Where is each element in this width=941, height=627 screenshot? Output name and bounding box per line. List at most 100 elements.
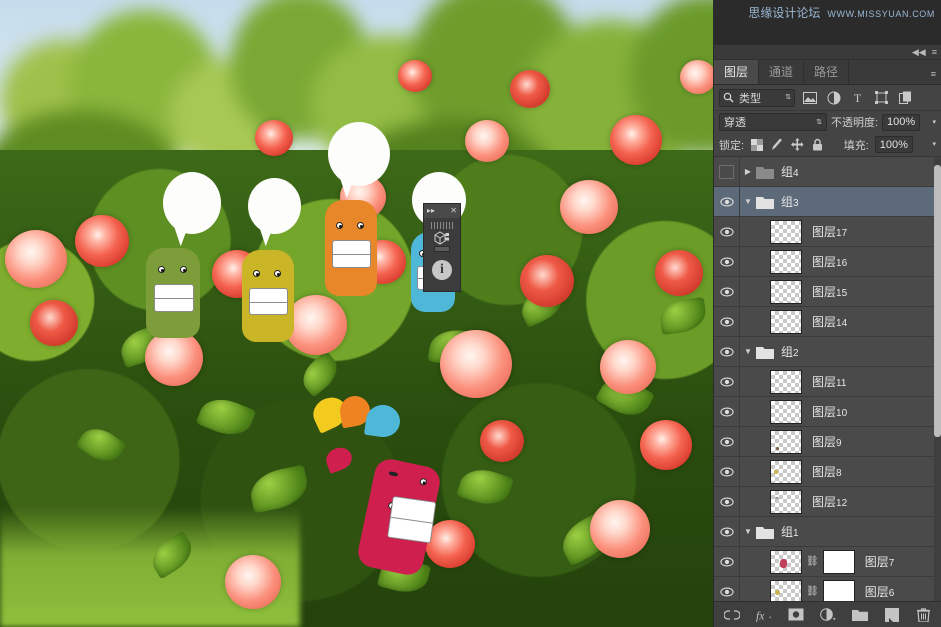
filter-kind-spinner[interactable]: ⇅ (785, 94, 791, 101)
blend-mode-spinner[interactable]: ⇅ (816, 119, 822, 126)
layer-thumbnail[interactable] (770, 279, 802, 304)
layer-row-group-2[interactable]: ▼ 组2 (714, 337, 941, 367)
layer-name[interactable]: 图层12 (812, 493, 847, 510)
layer-thumbnail[interactable] (770, 369, 802, 394)
layer-row-9[interactable]: 图层9 (714, 427, 941, 457)
layer-row-8[interactable]: 图层8 (714, 457, 941, 487)
close-icon[interactable]: ✕ (450, 207, 457, 215)
layer-thumbnail[interactable] (770, 459, 802, 484)
layer-name[interactable]: 图层16 (812, 253, 847, 270)
photoshop-canvas[interactable]: ▸▸ ✕ i (0, 0, 713, 627)
visibility-toggle[interactable] (714, 487, 740, 516)
layer-row-11[interactable]: 图层11 (714, 367, 941, 397)
layer-name[interactable]: 图层6 (865, 583, 895, 600)
lock-fill-row[interactable]: 锁定: 填充: 100% ▾ (714, 133, 941, 157)
visibility-toggle[interactable] (714, 247, 740, 276)
adjustment-layer-icon[interactable] (819, 607, 836, 623)
visibility-toggle[interactable] (714, 217, 740, 246)
layer-thumbnail[interactable] (770, 429, 802, 454)
blend-opacity-row[interactable]: 穿透 ⇅ 不透明度: 100% ▾ (714, 111, 941, 133)
layer-name[interactable]: 图层9 (812, 433, 842, 450)
layer-row-group-3[interactable]: ▼ 组3 (714, 187, 941, 217)
layer-thumbnail[interactable] (770, 399, 802, 424)
layer-row-group-1[interactable]: ▼ 组1 (714, 517, 941, 547)
link-mask-icon[interactable]: ⛓ (806, 586, 819, 597)
layer-name[interactable]: 图层10 (812, 403, 847, 420)
adjustment-filter-icon[interactable] (824, 88, 843, 107)
layer-filter-bar[interactable]: 类型 ⇅ T (714, 85, 941, 111)
add-mask-icon[interactable] (788, 607, 804, 623)
layer-thumbnail[interactable] (770, 219, 802, 244)
layer-style-fx-icon[interactable]: fx (756, 607, 772, 623)
layer-name[interactable]: 图层17 (812, 223, 847, 240)
new-layer-icon[interactable] (884, 607, 900, 623)
3d-cube-icon[interactable] (434, 231, 450, 245)
filter-kind-select[interactable]: 类型 ⇅ (719, 88, 795, 107)
layer-name[interactable]: 图层15 (812, 283, 847, 300)
image-filter-icon[interactable] (800, 88, 819, 107)
layers-panel[interactable]: ◀◀ ≡ 图层 通道 路径 ≡ 类型 ⇅ T 穿透 ⇅ 不透明度: 100% ▾… (713, 45, 941, 627)
layer-name[interactable]: 图层8 (812, 463, 842, 480)
chevron-right-icon[interactable]: ▶ (742, 167, 754, 176)
drag-grip-icon[interactable] (431, 222, 453, 229)
visibility-toggle[interactable] (714, 367, 740, 396)
lock-all-icon[interactable] (810, 138, 824, 152)
visibility-toggle[interactable] (714, 277, 740, 306)
layer-thumbnail[interactable] (770, 579, 802, 601)
layer-thumbnail[interactable] (770, 489, 802, 514)
panel-topbar[interactable]: ◀◀ ≡ (714, 45, 941, 60)
floating-mini-panel[interactable]: ▸▸ ✕ i (423, 203, 461, 292)
layer-list[interactable]: ▶ 组4 ▼ 组3 图层17 图层16 图层15 图层14 ▼ 组2 图层11 … (714, 157, 941, 601)
smartobject-filter-icon[interactable] (896, 88, 915, 107)
layer-thumbnail[interactable] (770, 549, 802, 574)
tab-channels[interactable]: 通道 (759, 60, 805, 84)
visibility-toggle[interactable] (714, 457, 740, 486)
visibility-toggle[interactable] (714, 337, 740, 366)
layer-name[interactable]: 组1 (781, 523, 799, 540)
opacity-dropdown-icon[interactable]: ▾ (932, 119, 936, 126)
panel-options-icon[interactable]: ≡ (932, 47, 937, 57)
mini-panel-titlebar[interactable]: ▸▸ ✕ (424, 204, 460, 218)
tab-layers[interactable]: 图层 (714, 60, 760, 84)
layer-row-group-4[interactable]: ▶ 组4 (714, 157, 941, 187)
visibility-toggle[interactable] (714, 187, 740, 216)
visibility-toggle[interactable] (714, 427, 740, 456)
new-group-icon[interactable] (851, 607, 868, 623)
layer-name[interactable]: 图层7 (865, 553, 895, 570)
layer-row-16[interactable]: 图层16 (714, 247, 941, 277)
collapse-panel-icon[interactable]: ◀◀ (912, 47, 926, 57)
opacity-input[interactable]: 100% (882, 113, 921, 131)
chevron-down-icon[interactable]: ▼ (742, 197, 754, 206)
layer-row-17[interactable]: 图层17 (714, 217, 941, 247)
delete-layer-icon[interactable] (916, 607, 932, 623)
shape-filter-icon[interactable] (872, 88, 891, 107)
mini-swatch-dropdown[interactable] (434, 246, 450, 252)
layer-name[interactable]: 组3 (781, 193, 799, 210)
lock-transparency-icon[interactable] (750, 138, 764, 152)
layer-thumbnail[interactable] (770, 309, 802, 334)
visibility-toggle[interactable] (714, 547, 740, 576)
layer-list-scrollbar[interactable] (934, 157, 941, 601)
link-mask-icon[interactable]: ⛓ (806, 556, 819, 567)
link-layers-icon[interactable] (723, 607, 740, 623)
layer-row-12[interactable]: 图层12 (714, 487, 941, 517)
visibility-toggle[interactable] (714, 397, 740, 426)
visibility-toggle[interactable] (714, 157, 740, 186)
layer-name[interactable]: 组4 (781, 163, 799, 180)
visibility-toggle[interactable] (714, 517, 740, 546)
tab-paths[interactable]: 路径 (804, 60, 850, 84)
layer-row-15[interactable]: 图层15 (714, 277, 941, 307)
fill-input[interactable]: 100% (874, 136, 913, 153)
lock-image-icon[interactable] (770, 138, 784, 152)
layer-name[interactable]: 组2 (781, 343, 799, 360)
layer-name[interactable]: 图层14 (812, 313, 847, 330)
expand-arrows-icon[interactable]: ▸▸ (427, 207, 435, 215)
chevron-down-icon[interactable]: ▼ (742, 347, 754, 356)
layer-row-10[interactable]: 图层10 (714, 397, 941, 427)
visibility-toggle[interactable] (714, 307, 740, 336)
blend-mode-select[interactable]: 穿透 ⇅ (719, 113, 827, 131)
layer-thumbnail[interactable] (770, 249, 802, 274)
lock-position-icon[interactable] (790, 138, 804, 152)
layer-row-7[interactable]: ⛓ 图层7 (714, 547, 941, 577)
panel-tabbar[interactable]: 图层 通道 路径 ≡ (714, 60, 941, 85)
